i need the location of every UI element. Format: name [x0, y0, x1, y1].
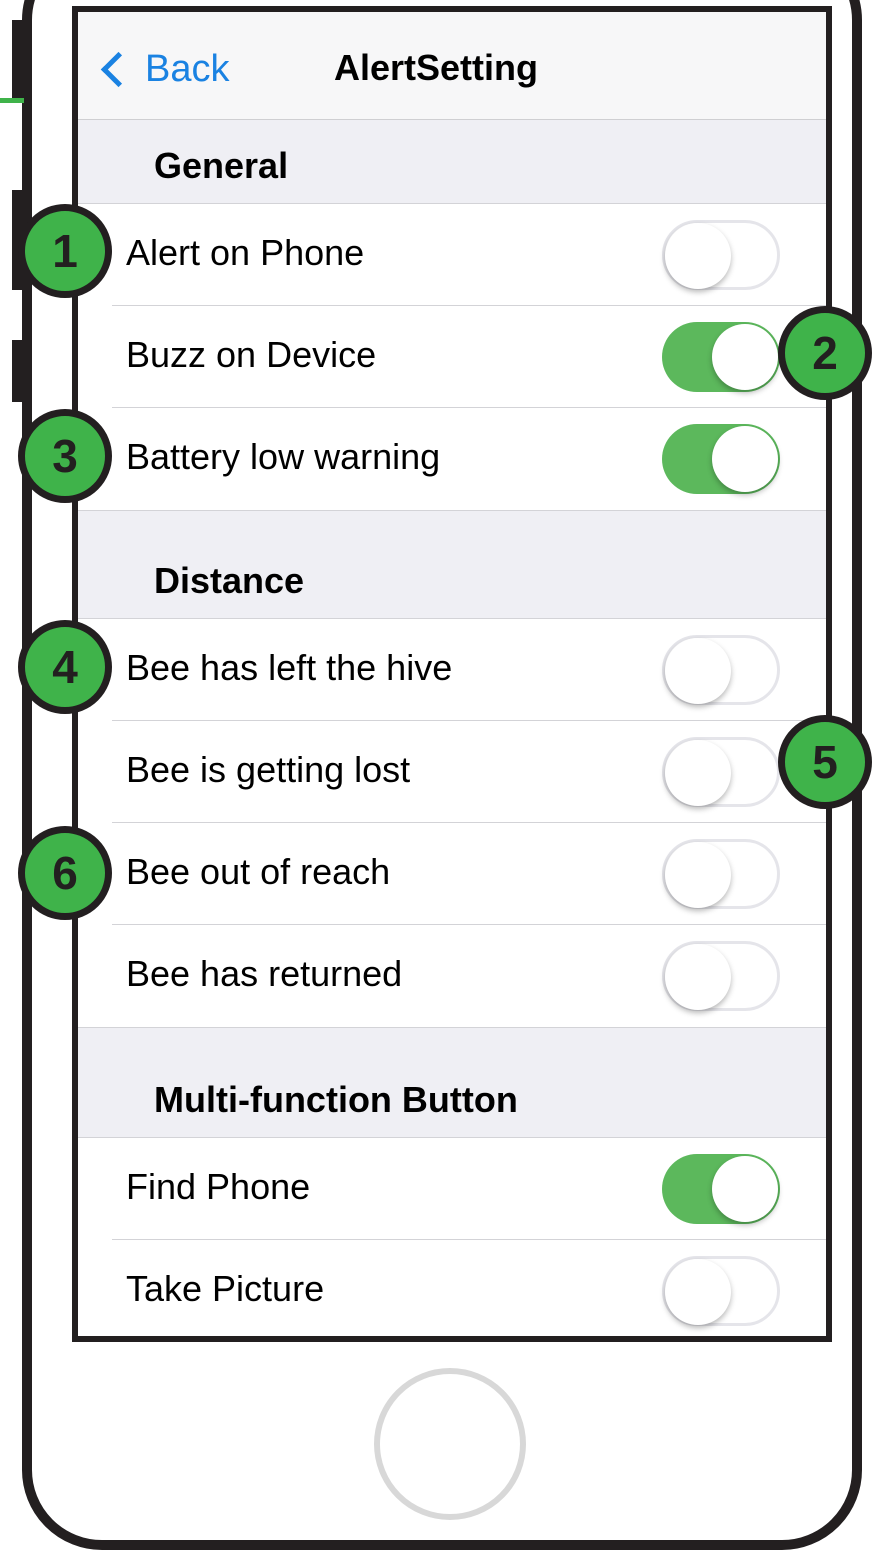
- callout-badge-2: 2: [778, 306, 872, 400]
- row-label: Find Phone: [126, 1166, 311, 1207]
- row-take-picture: Take Picture: [78, 1240, 826, 1336]
- row-bee-has-left-the-hive: Bee has left the hive: [78, 619, 826, 721]
- row-label: Alert on Phone: [126, 232, 365, 273]
- toggle-knob: [665, 740, 731, 806]
- section-header-distance: Distance: [78, 510, 826, 619]
- toggle-knob: [665, 944, 731, 1010]
- row-bee-is-getting-lost: Bee is getting lost: [78, 721, 826, 823]
- row-find-phone: Find Phone: [78, 1138, 826, 1240]
- side-button-volume-down: [12, 340, 24, 402]
- toggle-knob: [712, 324, 778, 390]
- phone-screen: Back AlertSetting General Alert on Phone…: [72, 6, 832, 1342]
- row-bee-out-of-reach: Bee out of reach: [78, 823, 826, 925]
- row-label: Bee out of reach: [126, 851, 391, 892]
- section-title: General: [154, 145, 289, 186]
- side-button-mute: [12, 20, 24, 100]
- toggle-knob: [665, 842, 731, 908]
- row-label: Battery low warning: [126, 436, 441, 477]
- row-label: Bee has returned: [126, 953, 403, 994]
- callout-badge-4: 4: [18, 620, 112, 714]
- row-label: Bee has left the hive: [126, 647, 453, 688]
- battery-low-warning-toggle[interactable]: [662, 424, 780, 494]
- callout-badge-1: 1: [18, 204, 112, 298]
- row-label: Take Picture: [126, 1268, 325, 1309]
- row-label: Buzz on Device: [126, 334, 377, 375]
- toggle-knob: [712, 1156, 778, 1222]
- section-title: Distance: [154, 560, 305, 601]
- buzz-on-device-toggle[interactable]: [662, 322, 780, 392]
- callout-badge-6: 6: [18, 826, 112, 920]
- bee-has-returned-toggle[interactable]: [662, 941, 780, 1011]
- alert-on-phone-toggle[interactable]: [662, 220, 780, 290]
- toggle-knob: [712, 426, 778, 492]
- find-phone-toggle[interactable]: [662, 1154, 780, 1224]
- take-picture-toggle[interactable]: [662, 1256, 780, 1326]
- section-header-general: General: [78, 120, 826, 204]
- section-title: Multi-function Button: [154, 1079, 518, 1120]
- row-battery-low-warning: Battery low warning: [78, 408, 826, 510]
- row-buzz-on-device: Buzz on Device: [78, 306, 826, 408]
- callout-badge-5: 5: [778, 715, 872, 809]
- callout-badge-3: 3: [18, 409, 112, 503]
- row-bee-has-returned: Bee has returned: [78, 925, 826, 1027]
- home-button[interactable]: [374, 1368, 526, 1520]
- navigation-bar: Back AlertSetting: [78, 12, 826, 120]
- bee-has-left-the-hive-toggle[interactable]: [662, 635, 780, 705]
- bee-is-getting-lost-toggle[interactable]: [662, 737, 780, 807]
- callout-line: [0, 98, 24, 103]
- toggle-knob: [665, 638, 731, 704]
- toggle-knob: [665, 223, 731, 289]
- toggle-knob: [665, 1259, 731, 1325]
- row-alert-on-phone: Alert on Phone: [78, 204, 826, 306]
- section-header-multi-function-button: Multi-function Button: [78, 1027, 826, 1138]
- bee-out-of-reach-toggle[interactable]: [662, 839, 780, 909]
- row-label: Bee is getting lost: [126, 749, 411, 790]
- page-title: AlertSetting: [333, 47, 538, 88]
